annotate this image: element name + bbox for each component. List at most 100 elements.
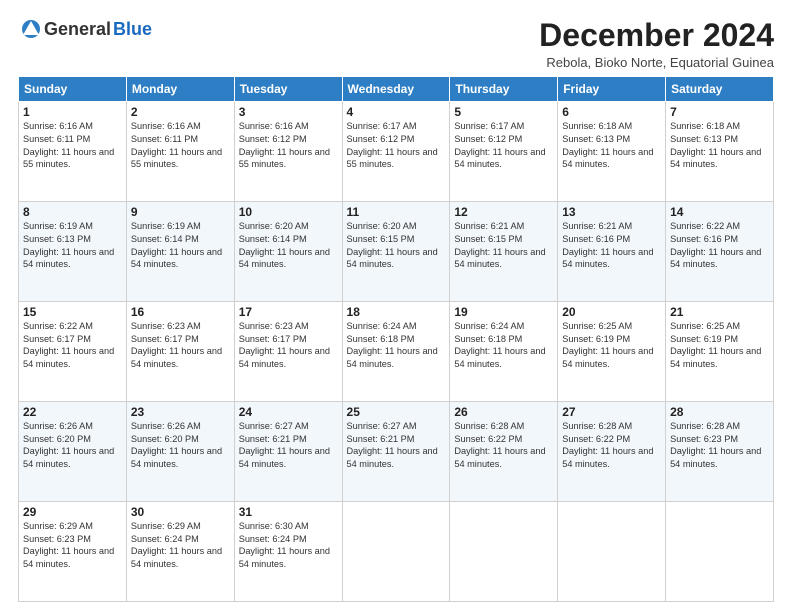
day-info: Sunrise: 6:16 AM Sunset: 6:11 PM Dayligh… (23, 120, 122, 171)
logo-blue: Blue (113, 19, 152, 40)
table-row: 30 Sunrise: 6:29 AM Sunset: 6:24 PM Dayl… (126, 502, 234, 602)
day-number: 25 (347, 405, 446, 419)
table-row: 26 Sunrise: 6:28 AM Sunset: 6:22 PM Dayl… (450, 402, 558, 502)
day-info: Sunrise: 6:19 AM Sunset: 6:13 PM Dayligh… (23, 220, 122, 271)
day-info: Sunrise: 6:17 AM Sunset: 6:12 PM Dayligh… (454, 120, 553, 171)
day-number: 15 (23, 305, 122, 319)
day-number: 24 (239, 405, 338, 419)
table-row: 6 Sunrise: 6:18 AM Sunset: 6:13 PM Dayli… (558, 102, 666, 202)
day-number: 28 (670, 405, 769, 419)
day-info: Sunrise: 6:29 AM Sunset: 6:23 PM Dayligh… (23, 520, 122, 571)
day-info: Sunrise: 6:18 AM Sunset: 6:13 PM Dayligh… (670, 120, 769, 171)
calendar-week-row: 15 Sunrise: 6:22 AM Sunset: 6:17 PM Dayl… (19, 302, 774, 402)
day-info: Sunrise: 6:18 AM Sunset: 6:13 PM Dayligh… (562, 120, 661, 171)
table-row (558, 502, 666, 602)
day-info: Sunrise: 6:26 AM Sunset: 6:20 PM Dayligh… (23, 420, 122, 471)
day-number: 3 (239, 105, 338, 119)
calendar-week-row: 22 Sunrise: 6:26 AM Sunset: 6:20 PM Dayl… (19, 402, 774, 502)
day-number: 20 (562, 305, 661, 319)
calendar-week-row: 8 Sunrise: 6:19 AM Sunset: 6:13 PM Dayli… (19, 202, 774, 302)
day-info: Sunrise: 6:17 AM Sunset: 6:12 PM Dayligh… (347, 120, 446, 171)
logo: General Blue (18, 18, 152, 40)
day-info: Sunrise: 6:21 AM Sunset: 6:16 PM Dayligh… (562, 220, 661, 271)
table-row (450, 502, 558, 602)
table-row: 31 Sunrise: 6:30 AM Sunset: 6:24 PM Dayl… (234, 502, 342, 602)
day-number: 10 (239, 205, 338, 219)
table-row: 21 Sunrise: 6:25 AM Sunset: 6:19 PM Dayl… (666, 302, 774, 402)
table-row: 13 Sunrise: 6:21 AM Sunset: 6:16 PM Dayl… (558, 202, 666, 302)
table-row: 25 Sunrise: 6:27 AM Sunset: 6:21 PM Dayl… (342, 402, 450, 502)
table-row: 19 Sunrise: 6:24 AM Sunset: 6:18 PM Dayl… (450, 302, 558, 402)
col-monday: Monday (126, 77, 234, 102)
table-row: 2 Sunrise: 6:16 AM Sunset: 6:11 PM Dayli… (126, 102, 234, 202)
table-row: 20 Sunrise: 6:25 AM Sunset: 6:19 PM Dayl… (558, 302, 666, 402)
day-info: Sunrise: 6:27 AM Sunset: 6:21 PM Dayligh… (239, 420, 338, 471)
day-number: 26 (454, 405, 553, 419)
table-row: 8 Sunrise: 6:19 AM Sunset: 6:13 PM Dayli… (19, 202, 127, 302)
col-thursday: Thursday (450, 77, 558, 102)
col-friday: Friday (558, 77, 666, 102)
day-number: 1 (23, 105, 122, 119)
title-block: December 2024 Rebola, Bioko Norte, Equat… (539, 18, 774, 70)
col-sunday: Sunday (19, 77, 127, 102)
table-row: 22 Sunrise: 6:26 AM Sunset: 6:20 PM Dayl… (19, 402, 127, 502)
day-info: Sunrise: 6:19 AM Sunset: 6:14 PM Dayligh… (131, 220, 230, 271)
calendar-header-row: Sunday Monday Tuesday Wednesday Thursday… (19, 77, 774, 102)
table-row: 15 Sunrise: 6:22 AM Sunset: 6:17 PM Dayl… (19, 302, 127, 402)
col-saturday: Saturday (666, 77, 774, 102)
table-row: 9 Sunrise: 6:19 AM Sunset: 6:14 PM Dayli… (126, 202, 234, 302)
day-info: Sunrise: 6:22 AM Sunset: 6:16 PM Dayligh… (670, 220, 769, 271)
day-info: Sunrise: 6:20 AM Sunset: 6:14 PM Dayligh… (239, 220, 338, 271)
day-number: 22 (23, 405, 122, 419)
table-row: 5 Sunrise: 6:17 AM Sunset: 6:12 PM Dayli… (450, 102, 558, 202)
day-info: Sunrise: 6:21 AM Sunset: 6:15 PM Dayligh… (454, 220, 553, 271)
day-info: Sunrise: 6:16 AM Sunset: 6:11 PM Dayligh… (131, 120, 230, 171)
calendar-table: Sunday Monday Tuesday Wednesday Thursday… (18, 76, 774, 602)
day-info: Sunrise: 6:27 AM Sunset: 6:21 PM Dayligh… (347, 420, 446, 471)
day-info: Sunrise: 6:29 AM Sunset: 6:24 PM Dayligh… (131, 520, 230, 571)
day-number: 12 (454, 205, 553, 219)
day-number: 16 (131, 305, 230, 319)
day-info: Sunrise: 6:24 AM Sunset: 6:18 PM Dayligh… (454, 320, 553, 371)
day-number: 17 (239, 305, 338, 319)
table-row: 28 Sunrise: 6:28 AM Sunset: 6:23 PM Dayl… (666, 402, 774, 502)
day-number: 6 (562, 105, 661, 119)
logo-general: General (44, 19, 111, 40)
table-row: 17 Sunrise: 6:23 AM Sunset: 6:17 PM Dayl… (234, 302, 342, 402)
table-row: 4 Sunrise: 6:17 AM Sunset: 6:12 PM Dayli… (342, 102, 450, 202)
day-info: Sunrise: 6:28 AM Sunset: 6:22 PM Dayligh… (562, 420, 661, 471)
day-number: 29 (23, 505, 122, 519)
day-number: 9 (131, 205, 230, 219)
day-info: Sunrise: 6:25 AM Sunset: 6:19 PM Dayligh… (562, 320, 661, 371)
table-row: 11 Sunrise: 6:20 AM Sunset: 6:15 PM Dayl… (342, 202, 450, 302)
month-title: December 2024 (539, 18, 774, 53)
day-info: Sunrise: 6:23 AM Sunset: 6:17 PM Dayligh… (131, 320, 230, 371)
table-row: 29 Sunrise: 6:29 AM Sunset: 6:23 PM Dayl… (19, 502, 127, 602)
table-row: 10 Sunrise: 6:20 AM Sunset: 6:14 PM Dayl… (234, 202, 342, 302)
table-row: 23 Sunrise: 6:26 AM Sunset: 6:20 PM Dayl… (126, 402, 234, 502)
table-row: 7 Sunrise: 6:18 AM Sunset: 6:13 PM Dayli… (666, 102, 774, 202)
page: General Blue December 2024 Rebola, Bioko… (0, 0, 792, 612)
day-number: 23 (131, 405, 230, 419)
day-number: 31 (239, 505, 338, 519)
calendar-week-row: 29 Sunrise: 6:29 AM Sunset: 6:23 PM Dayl… (19, 502, 774, 602)
table-row (666, 502, 774, 602)
table-row: 24 Sunrise: 6:27 AM Sunset: 6:21 PM Dayl… (234, 402, 342, 502)
table-row: 16 Sunrise: 6:23 AM Sunset: 6:17 PM Dayl… (126, 302, 234, 402)
day-number: 13 (562, 205, 661, 219)
day-number: 14 (670, 205, 769, 219)
day-number: 7 (670, 105, 769, 119)
day-info: Sunrise: 6:26 AM Sunset: 6:20 PM Dayligh… (131, 420, 230, 471)
day-number: 21 (670, 305, 769, 319)
logo-icon (20, 18, 42, 40)
table-row: 27 Sunrise: 6:28 AM Sunset: 6:22 PM Dayl… (558, 402, 666, 502)
day-info: Sunrise: 6:16 AM Sunset: 6:12 PM Dayligh… (239, 120, 338, 171)
table-row: 12 Sunrise: 6:21 AM Sunset: 6:15 PM Dayl… (450, 202, 558, 302)
day-info: Sunrise: 6:25 AM Sunset: 6:19 PM Dayligh… (670, 320, 769, 371)
day-info: Sunrise: 6:22 AM Sunset: 6:17 PM Dayligh… (23, 320, 122, 371)
table-row: 14 Sunrise: 6:22 AM Sunset: 6:16 PM Dayl… (666, 202, 774, 302)
day-number: 30 (131, 505, 230, 519)
col-wednesday: Wednesday (342, 77, 450, 102)
day-number: 19 (454, 305, 553, 319)
day-info: Sunrise: 6:30 AM Sunset: 6:24 PM Dayligh… (239, 520, 338, 571)
